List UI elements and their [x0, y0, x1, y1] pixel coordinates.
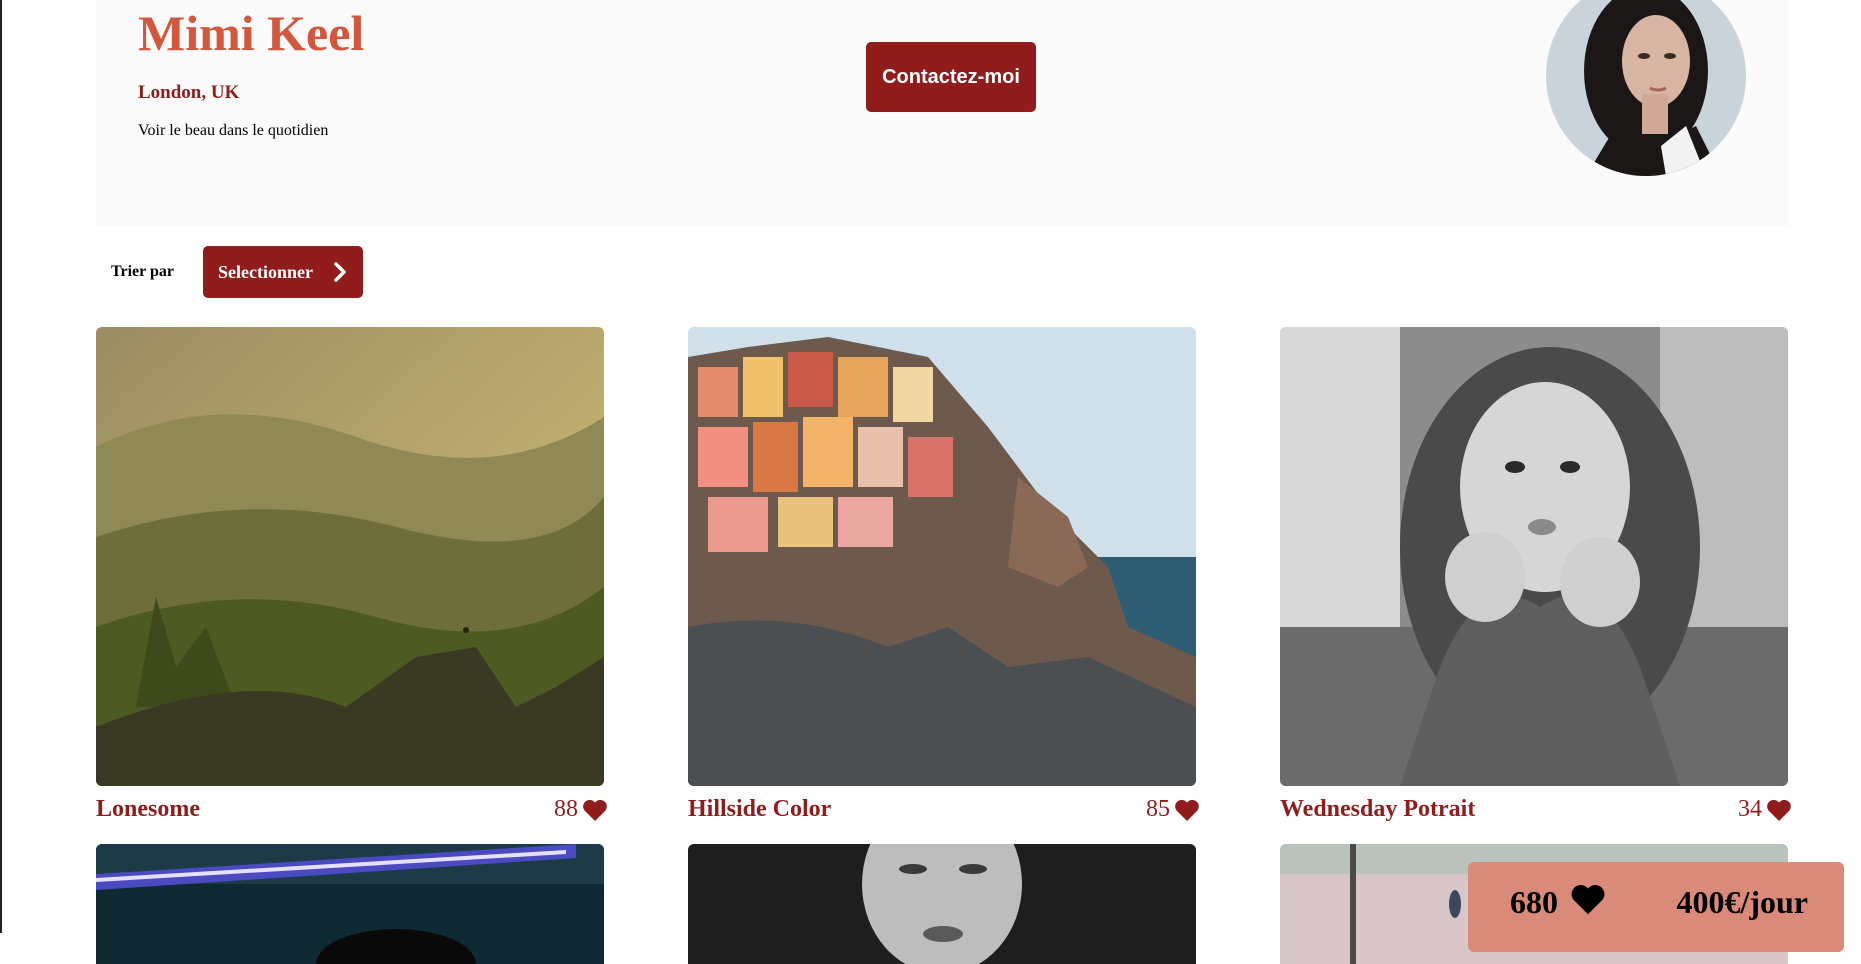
photographer-header: Mimi Keel London, UK Voir le beau dans l…	[96, 0, 1788, 226]
photographer-tagline: Voir le beau dans le quotidien	[138, 122, 329, 139]
sort-dropdown-label: Selectionner	[218, 261, 313, 282]
media-image[interactable]	[1280, 327, 1788, 786]
daily-price: 400€/jour	[1676, 884, 1808, 920]
sort-label: Trier par	[111, 263, 174, 280]
heart-icon	[1571, 885, 1605, 915]
heart-icon[interactable]	[582, 798, 608, 822]
window-edge	[0, 0, 2, 933]
media-image[interactable]	[688, 327, 1196, 786]
heart-icon[interactable]	[1174, 798, 1200, 822]
media-likes-count: 34	[1738, 796, 1762, 822]
chevron-right-icon	[334, 262, 346, 282]
media-likes-count: 88	[554, 796, 578, 822]
media-title: Lonesome	[96, 796, 200, 822]
contact-button[interactable]: Contactez-moi	[866, 42, 1036, 112]
media-likes-count: 85	[1146, 796, 1170, 822]
media-card: Lonesome 88	[96, 327, 607, 822]
media-card: Hillside Color 85	[688, 327, 1199, 822]
photographer-avatar	[1546, 0, 1746, 176]
heart-icon[interactable]	[1766, 798, 1792, 822]
media-card: Wednesday Potrait 34	[1280, 327, 1791, 822]
media-title: Hillside Color	[688, 796, 832, 822]
photographer-name: Mimi Keel	[138, 5, 365, 61]
sort-dropdown-button[interactable]: Selectionner	[203, 246, 363, 298]
media-image[interactable]	[688, 844, 1196, 964]
avatar-portrait-image	[1546, 0, 1746, 176]
total-likes-price-bar: 680 400€/jour	[1468, 862, 1844, 952]
photographer-location: London, UK	[138, 82, 240, 103]
media-title: Wednesday Potrait	[1280, 796, 1476, 822]
media-image[interactable]	[96, 327, 604, 786]
total-likes-count: 680	[1510, 884, 1558, 920]
media-image[interactable]	[96, 844, 604, 964]
